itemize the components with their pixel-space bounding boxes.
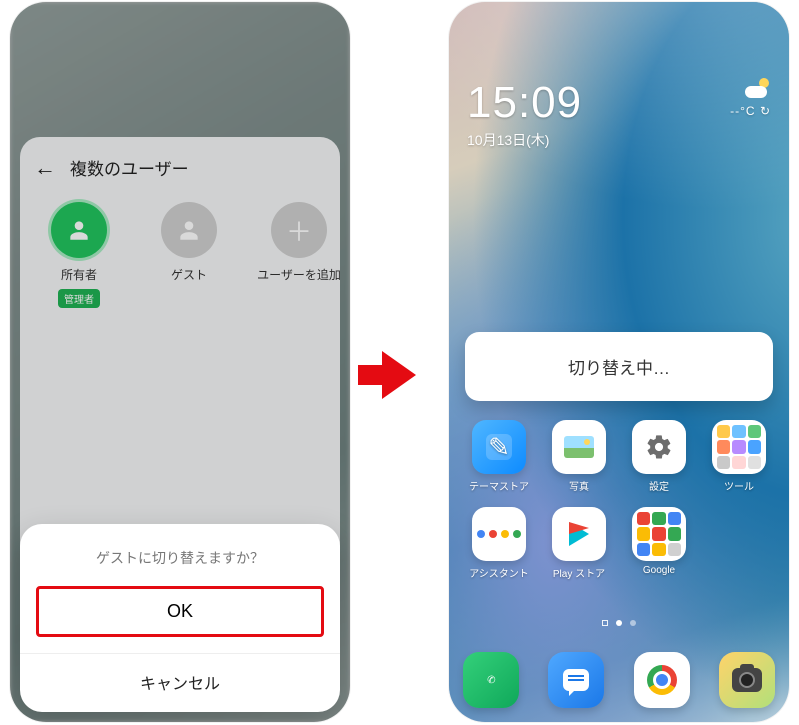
camera-icon <box>732 668 762 692</box>
temperature-label: --°C <box>730 104 755 118</box>
page-dot-active-icon <box>616 620 622 626</box>
refresh-icon[interactable]: ↻ <box>760 104 771 118</box>
right-arrow-icon <box>360 350 438 400</box>
dock-camera[interactable] <box>719 652 775 708</box>
phone-left: ← 複数のユーザー 所有者 管理者 ゲスト ＋ <box>10 2 350 722</box>
weather-widget[interactable]: --°C ↻ <box>730 78 771 118</box>
dock-chrome[interactable] <box>634 652 690 708</box>
play-store-icon <box>552 507 606 561</box>
app-tools-folder[interactable]: ツール <box>703 420 775 493</box>
app-theme-store[interactable]: ✎ テーマストア <box>463 420 535 493</box>
dialog-cancel-button[interactable]: キャンセル <box>36 654 324 700</box>
app-assistant[interactable]: アシスタント <box>463 507 535 580</box>
app-label: 設定 <box>649 478 669 493</box>
dock-messages[interactable] <box>548 652 604 708</box>
dialog-ok-button[interactable]: OK <box>36 586 324 637</box>
dock: ✆ <box>463 652 775 708</box>
google-folder-icon <box>632 507 686 561</box>
page-dot-home-icon <box>602 620 608 626</box>
phone-right: 15:09 10月13日(木) --°C ↻ 切り替え中… ✎ テーマストア <box>449 2 789 722</box>
weather-icon <box>745 78 771 98</box>
multi-user-sheet: ← 複数のユーザー 所有者 管理者 ゲスト ＋ <box>20 137 340 577</box>
app-label: テーマストア <box>469 478 529 493</box>
app-grid: ✎ テーマストア 写真 設定 <box>463 420 775 594</box>
chrome-icon <box>647 665 677 695</box>
app-label: 写真 <box>569 478 589 493</box>
app-label: Play ストア <box>553 565 605 580</box>
app-label: アシスタント <box>469 565 529 580</box>
tools-folder-icon <box>712 420 766 474</box>
photos-icon <box>552 420 606 474</box>
clock-widget[interactable]: 15:09 <box>467 78 582 128</box>
app-play-store[interactable]: Play ストア <box>543 507 615 580</box>
messages-icon <box>563 669 589 691</box>
settings-icon <box>632 420 686 474</box>
theme-store-icon: ✎ <box>472 420 526 474</box>
date-label: 10月13日(木) <box>467 130 582 150</box>
page-indicator[interactable] <box>449 620 789 626</box>
app-photos[interactable]: 写真 <box>543 420 615 493</box>
app-google-folder[interactable]: Google <box>623 507 695 580</box>
sheet-dim-overlay <box>20 137 340 577</box>
dock-phone[interactable]: ✆ <box>463 652 519 708</box>
dialog-message: ゲストに切り替えますか？ <box>36 548 324 568</box>
switching-toast: 切り替え中… <box>465 332 773 401</box>
app-label: ツール <box>724 478 754 493</box>
switch-user-dialog: ゲストに切り替えますか？ OK キャンセル <box>20 524 340 712</box>
page-dot-icon <box>630 620 636 626</box>
app-label: Google <box>643 565 675 576</box>
assistant-icon <box>472 507 526 561</box>
app-settings[interactable]: 設定 <box>623 420 695 493</box>
phone-icon: ✆ <box>486 674 496 686</box>
